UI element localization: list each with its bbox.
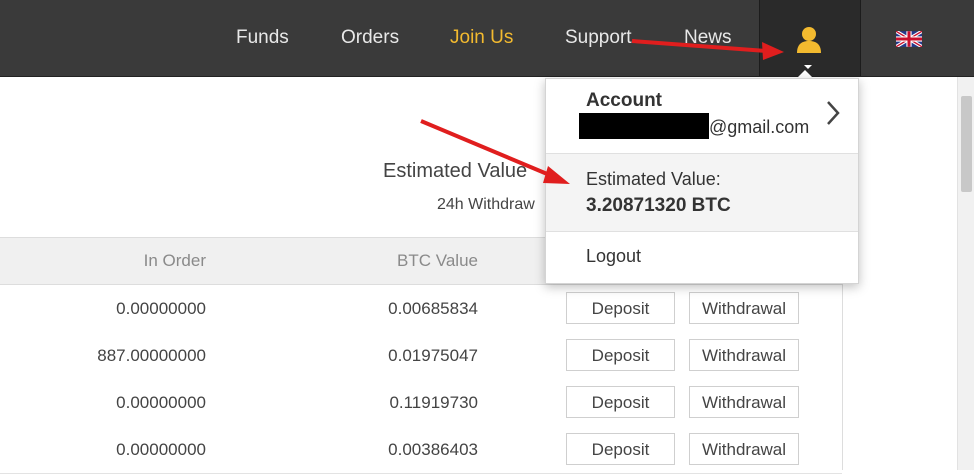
nav-funds[interactable]: Funds: [236, 27, 289, 49]
account-email: @gmail.com: [709, 117, 810, 137]
estimated-value-heading: Estimated Value: [383, 160, 528, 182]
logout-link[interactable]: Logout: [586, 246, 641, 267]
withdrawal-limit-label: 24h Withdraw: [437, 196, 535, 213]
in-order-cell: 0.00000000: [116, 393, 206, 412]
withdrawal-button[interactable]: Withdrawal: [689, 433, 799, 465]
nav-orders[interactable]: Orders: [341, 27, 399, 49]
account-dropdown: Account @gmail.com Estimated Value: 3.20…: [545, 78, 859, 284]
table-row: 0.00000000 0.11919730 Deposit Withdrawal: [0, 379, 842, 427]
redacted-email-box: [579, 113, 709, 139]
estimated-value-amount: 3.20871320 BTC: [586, 195, 731, 216]
nav-support[interactable]: Support: [565, 27, 632, 49]
withdrawal-button[interactable]: Withdrawal: [689, 386, 799, 418]
table-row: 0.00000000 0.00386403 Deposit Withdrawal: [0, 426, 842, 474]
withdrawal-button[interactable]: Withdrawal: [689, 292, 799, 324]
btc-value-cell: 0.00685834: [388, 299, 478, 318]
dropdown-pointer: [797, 70, 813, 78]
user-menu-caret-icon: [804, 65, 812, 69]
in-order-cell: 0.00000000: [116, 440, 206, 459]
withdrawal-button[interactable]: Withdrawal: [689, 339, 799, 371]
estimated-value-label: Estimated Value:: [586, 169, 721, 189]
deposit-button[interactable]: Deposit: [566, 433, 675, 465]
estimated-value-panel: [546, 154, 858, 231]
account-title: Account: [586, 90, 662, 111]
in-order-cell: 887.00000000: [97, 346, 206, 365]
uk-flag-icon[interactable]: [896, 31, 922, 47]
btc-value-cell: 0.00386403: [388, 440, 478, 459]
nav-join-us[interactable]: Join Us: [450, 27, 513, 49]
deposit-button[interactable]: Deposit: [566, 386, 675, 418]
btc-value-cell: 0.11919730: [389, 393, 478, 412]
user-icon: [797, 27, 821, 53]
btc-value-cell: 0.01975047: [388, 346, 478, 365]
column-header-in-order: In Order: [143, 251, 206, 270]
divider: [546, 231, 858, 232]
deposit-button[interactable]: Deposit: [566, 339, 675, 371]
chevron-right-icon[interactable]: [824, 99, 842, 127]
deposit-button[interactable]: Deposit: [566, 292, 675, 324]
in-order-cell: 0.00000000: [116, 299, 206, 318]
table-row: 0.00000000 0.00685834 Deposit Withdrawal: [0, 285, 842, 333]
column-header-btc-value: BTC Value: [397, 251, 478, 270]
scrollbar-thumb[interactable]: [961, 96, 972, 192]
table-row: 887.00000000 0.01975047 Deposit Withdraw…: [0, 332, 842, 380]
nav-news[interactable]: News: [684, 27, 732, 49]
